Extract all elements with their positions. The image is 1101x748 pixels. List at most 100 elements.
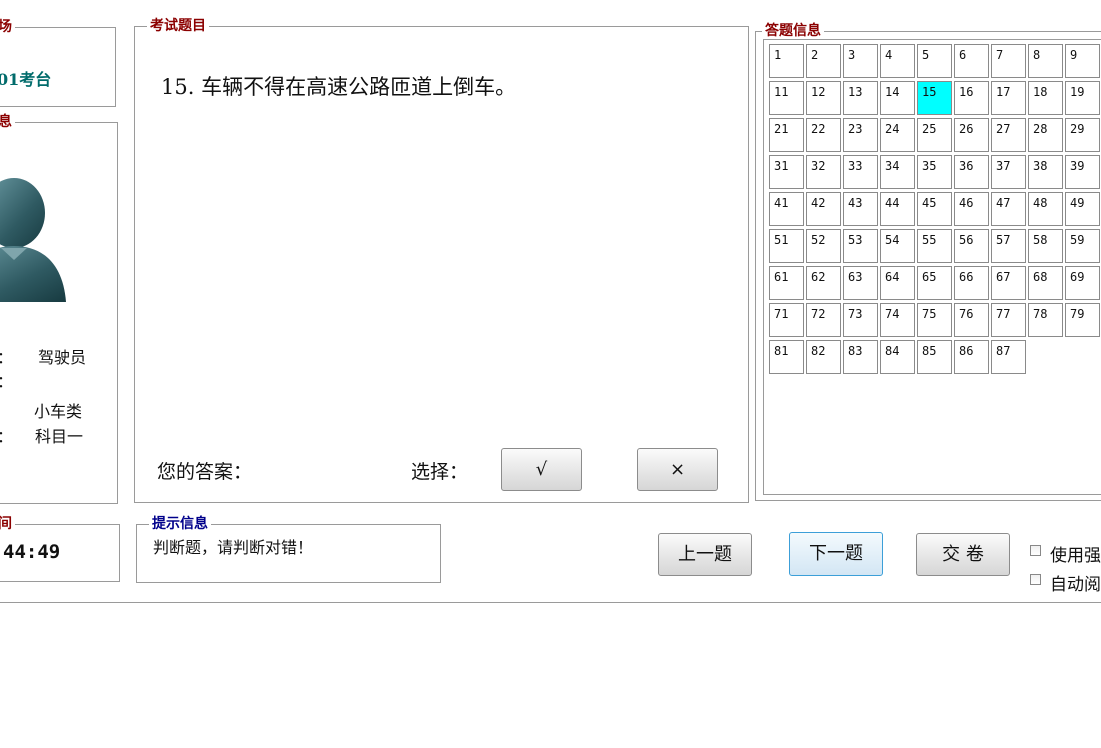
answer-true-button[interactable]: √ bbox=[501, 448, 582, 491]
answer-cell[interactable]: 17 bbox=[991, 81, 1026, 115]
answer-cell[interactable]: 72 bbox=[806, 303, 841, 337]
answer-cell[interactable]: 58 bbox=[1028, 229, 1063, 263]
answer-cell[interactable]: 67 bbox=[991, 266, 1026, 300]
answer-cell[interactable]: 53 bbox=[843, 229, 878, 263]
answer-cell[interactable]: 29 bbox=[1065, 118, 1100, 152]
candidate-gender-label: 别： bbox=[0, 368, 13, 392]
answer-cell[interactable]: 42 bbox=[806, 192, 841, 226]
answer-cell[interactable]: 69 bbox=[1065, 266, 1100, 300]
answer-cell[interactable]: 52 bbox=[806, 229, 841, 263]
answer-cell[interactable]: 13 bbox=[843, 81, 878, 115]
remaining-time: 44:49 bbox=[3, 541, 61, 563]
answer-cell[interactable]: 87 bbox=[991, 340, 1026, 374]
answer-cell[interactable]: 41 bbox=[769, 192, 804, 226]
answer-cell[interactable]: 33 bbox=[843, 155, 878, 189]
answer-cell[interactable]: 57 bbox=[991, 229, 1026, 263]
choose-label: 选择： bbox=[411, 461, 469, 483]
answer-cell[interactable]: 21 bbox=[769, 118, 804, 152]
answer-cell[interactable]: 48 bbox=[1028, 192, 1063, 226]
answer-cell[interactable]: 37 bbox=[991, 155, 1026, 189]
answer-cell[interactable]: 2 bbox=[806, 44, 841, 78]
answer-cell[interactable]: 79 bbox=[1065, 303, 1100, 337]
answer-cell[interactable]: 19 bbox=[1065, 81, 1100, 115]
answer-cell[interactable]: 56 bbox=[954, 229, 989, 263]
option2-checkbox[interactable] bbox=[1030, 574, 1041, 585]
avatar bbox=[0, 178, 66, 302]
answer-cell[interactable]: 5 bbox=[917, 44, 952, 78]
answer-cell[interactable]: 16 bbox=[954, 81, 989, 115]
exam-site-legend: 场 bbox=[0, 19, 15, 35]
exam-site-name: 第01考台 bbox=[0, 70, 52, 89]
answer-cell[interactable]: 81 bbox=[769, 340, 804, 374]
answer-cell[interactable]: 62 bbox=[806, 266, 841, 300]
answer-cell[interactable]: 11 bbox=[769, 81, 804, 115]
answer-cell[interactable]: 43 bbox=[843, 192, 878, 226]
option2-label: 自动阅 bbox=[1050, 575, 1101, 595]
answer-cell[interactable]: 1 bbox=[769, 44, 804, 78]
answer-cell[interactable]: 23 bbox=[843, 118, 878, 152]
option1-checkbox[interactable] bbox=[1030, 545, 1041, 556]
answer-cell[interactable]: 61 bbox=[769, 266, 804, 300]
answer-cell[interactable]: 24 bbox=[880, 118, 915, 152]
answer-cell[interactable]: 31 bbox=[769, 155, 804, 189]
answer-cell[interactable]: 71 bbox=[769, 303, 804, 337]
question-text: 15. 车辆不得在高速公路匝道上倒车。 bbox=[161, 75, 517, 99]
answer-cell[interactable]: 76 bbox=[954, 303, 989, 337]
answer-cell[interactable]: 8 bbox=[1028, 44, 1063, 78]
answer-cell[interactable]: 46 bbox=[954, 192, 989, 226]
answer-cell[interactable]: 86 bbox=[954, 340, 989, 374]
answer-cell[interactable]: 66 bbox=[954, 266, 989, 300]
answer-cell[interactable]: 54 bbox=[880, 229, 915, 263]
answer-cell[interactable]: 6 bbox=[954, 44, 989, 78]
answer-cell[interactable]: 12 bbox=[806, 81, 841, 115]
answer-cell[interactable]: 75 bbox=[917, 303, 952, 337]
answer-cell[interactable]: 77 bbox=[991, 303, 1026, 337]
answer-cell[interactable]: 32 bbox=[806, 155, 841, 189]
previous-question-button[interactable]: 上一题 bbox=[658, 533, 752, 576]
answer-false-button[interactable]: × bbox=[637, 448, 718, 491]
answer-cell[interactable]: 3 bbox=[843, 44, 878, 78]
answer-cell[interactable]: 68 bbox=[1028, 266, 1063, 300]
answer-cell[interactable]: 51 bbox=[769, 229, 804, 263]
answer-cell[interactable]: 7 bbox=[991, 44, 1026, 78]
answer-cell[interactable]: 44 bbox=[880, 192, 915, 226]
answer-cell[interactable]: 65 bbox=[917, 266, 952, 300]
answer-cell[interactable]: 4 bbox=[880, 44, 915, 78]
hint-text: 判断题，请判断对错！ bbox=[153, 538, 314, 557]
answer-cell[interactable]: 28 bbox=[1028, 118, 1063, 152]
answer-cell[interactable]: 82 bbox=[806, 340, 841, 374]
time-legend: 间 bbox=[0, 516, 15, 532]
answer-cell[interactable]: 55 bbox=[917, 229, 952, 263]
answer-cell[interactable]: 38 bbox=[1028, 155, 1063, 189]
answer-cell[interactable]: 49 bbox=[1065, 192, 1100, 226]
answer-cell[interactable]: 47 bbox=[991, 192, 1026, 226]
question-panel: 考试题目 15. 车辆不得在高速公路匝道上倒车。 您的答案： 选择： √ × bbox=[134, 18, 749, 503]
answer-cell[interactable]: 78 bbox=[1028, 303, 1063, 337]
answer-cell[interactable]: 85 bbox=[917, 340, 952, 374]
answer-cell[interactable]: 36 bbox=[954, 155, 989, 189]
answer-cell[interactable]: 63 bbox=[843, 266, 878, 300]
answer-cell[interactable]: 27 bbox=[991, 118, 1026, 152]
answer-cell[interactable]: 22 bbox=[806, 118, 841, 152]
answer-cell[interactable]: 39 bbox=[1065, 155, 1100, 189]
answer-cell[interactable]: 64 bbox=[880, 266, 915, 300]
answer-cell[interactable]: 59 bbox=[1065, 229, 1100, 263]
next-question-button[interactable]: 下一题 bbox=[789, 532, 883, 576]
your-answer-label: 您的答案： bbox=[157, 461, 253, 483]
answer-cell[interactable]: 74 bbox=[880, 303, 915, 337]
answer-cell[interactable]: 25 bbox=[917, 118, 952, 152]
answer-cell[interactable]: 9 bbox=[1065, 44, 1100, 78]
answer-cell[interactable]: 34 bbox=[880, 155, 915, 189]
answer-cell[interactable]: 18 bbox=[1028, 81, 1063, 115]
answer-cell[interactable]: 45 bbox=[917, 192, 952, 226]
answer-cell[interactable]: 15 bbox=[917, 81, 952, 115]
answer-cell[interactable]: 14 bbox=[880, 81, 915, 115]
answer-cell[interactable]: 26 bbox=[954, 118, 989, 152]
exam-site-panel: 场 第01考台 bbox=[0, 19, 116, 107]
answer-cell[interactable]: 83 bbox=[843, 340, 878, 374]
submit-exam-button[interactable]: 交 卷 bbox=[916, 533, 1010, 576]
answer-cell[interactable]: 84 bbox=[880, 340, 915, 374]
answer-cell[interactable]: 73 bbox=[843, 303, 878, 337]
divider bbox=[0, 602, 1101, 603]
answer-cell[interactable]: 35 bbox=[917, 155, 952, 189]
